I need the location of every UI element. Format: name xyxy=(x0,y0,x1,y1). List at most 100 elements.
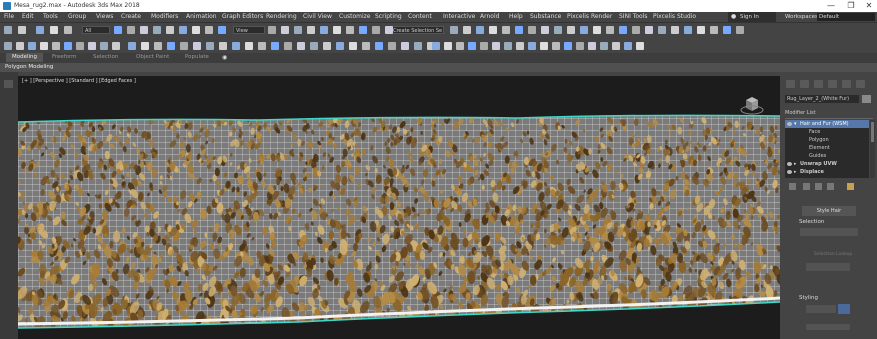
ribbon-tab[interactable]: Freeform xyxy=(52,54,77,60)
pin-stack-icon[interactable] xyxy=(789,183,796,190)
toolbar-button-icon[interactable] xyxy=(297,42,305,50)
ribbon-tab[interactable]: Selection xyxy=(93,54,118,60)
layout-icon[interactable] xyxy=(4,80,13,88)
toolbar-button-icon[interactable] xyxy=(218,26,226,34)
toolbar-button-icon[interactable] xyxy=(564,42,572,50)
toolbar-button-icon[interactable] xyxy=(128,42,136,50)
toolbar-button-icon[interactable] xyxy=(268,26,276,34)
style-hair-button[interactable]: Style Hair xyxy=(802,206,856,216)
toolbar-button-icon[interactable] xyxy=(294,26,302,34)
toolbar-button-icon[interactable] xyxy=(697,26,705,34)
toolbar-button-icon[interactable] xyxy=(516,42,524,50)
menu-item[interactable]: Help xyxy=(509,13,523,20)
sub-object-element[interactable]: Element xyxy=(785,144,869,152)
toolbar-button-icon[interactable] xyxy=(310,42,318,50)
toolbar-button-icon[interactable] xyxy=(432,42,440,50)
sub-object-face[interactable]: Face xyxy=(785,128,869,136)
toolbar-button-icon[interactable] xyxy=(528,26,536,34)
toolbar-button-icon[interactable] xyxy=(567,26,575,34)
viewport-label[interactable]: [+ ] [Perspective ] [Standard ] [Edged F… xyxy=(22,78,136,84)
toolbar-button-icon[interactable] xyxy=(114,26,122,34)
maximize-button[interactable]: ❐ xyxy=(845,1,857,11)
polygon-modeling-label[interactable]: Polygon Modeling xyxy=(5,64,53,70)
toolbar-button-icon[interactable] xyxy=(320,26,328,34)
toolbar-button-icon[interactable] xyxy=(362,42,370,50)
object-name-field[interactable]: Rug_Layer_2_(White Fur) xyxy=(785,95,859,103)
toolbar-button-icon[interactable] xyxy=(28,42,36,50)
toolbar-button-icon[interactable] xyxy=(541,26,549,34)
hierarchy-tab-icon[interactable] xyxy=(814,80,823,88)
eye-icon[interactable] xyxy=(787,122,792,126)
remove-modifier-icon[interactable] xyxy=(827,183,834,190)
toolbar-button-icon[interactable] xyxy=(258,42,266,50)
toolbar-button-icon[interactable] xyxy=(736,26,744,34)
motion-tab-icon[interactable] xyxy=(828,80,837,88)
menu-item[interactable]: Graph Editors xyxy=(222,13,263,20)
toolbar-button-icon[interactable] xyxy=(600,42,608,50)
toolbar-button-icon[interactable] xyxy=(281,26,289,34)
modifier-stack-scrollbar[interactable] xyxy=(870,120,875,178)
toolbar-button-icon[interactable] xyxy=(359,26,367,34)
workspace-dropdown[interactable]: Default xyxy=(817,13,875,21)
toolbar-button-icon[interactable] xyxy=(18,26,26,34)
toolbar-button-icon[interactable] xyxy=(388,42,396,50)
toolbar-button-icon[interactable] xyxy=(36,26,44,34)
toolbar-button-icon[interactable] xyxy=(645,26,653,34)
toolbar-button-icon[interactable] xyxy=(271,42,279,50)
toolbar-button-icon[interactable] xyxy=(205,26,213,34)
reference-coordinate-dropdown[interactable]: View xyxy=(233,26,265,34)
eye-icon[interactable] xyxy=(787,170,792,174)
menu-item[interactable]: Pixcelis Studio xyxy=(653,13,696,20)
toolbar-button-icon[interactable] xyxy=(414,42,422,50)
toolbar-button-icon[interactable] xyxy=(166,26,174,34)
toolbar-button-icon[interactable] xyxy=(307,26,315,34)
toolbar-button-icon[interactable] xyxy=(504,42,512,50)
toolbar-button-icon[interactable] xyxy=(463,26,471,34)
sign-in-button[interactable]: ● Sign In xyxy=(728,12,776,22)
menu-item[interactable]: Modifiers xyxy=(151,13,178,20)
toolbar-button-icon[interactable] xyxy=(333,26,341,34)
menu-item[interactable]: Tools xyxy=(43,13,58,20)
toolbar-button-icon[interactable] xyxy=(206,42,214,50)
toolbar-button-icon[interactable] xyxy=(480,42,488,50)
menu-item[interactable]: Scripting xyxy=(375,13,402,20)
menu-item[interactable]: Pixcelis Render xyxy=(567,13,612,20)
modifier-list-dropdown[interactable]: Modifier List xyxy=(785,110,816,116)
menu-item[interactable]: Substance xyxy=(530,13,561,20)
toolbar-button-icon[interactable] xyxy=(64,42,72,50)
toolbar-button-icon[interactable] xyxy=(552,42,560,50)
toolbar-button-icon[interactable] xyxy=(489,26,497,34)
toolbar-button-icon[interactable] xyxy=(40,42,48,50)
named-selection-dropdown[interactable]: Create Selection Se xyxy=(390,26,444,34)
modifier-displace[interactable]: ▸ Displace xyxy=(785,168,869,176)
ribbon-tab[interactable]: Modeling xyxy=(6,53,44,62)
ribbon-tab[interactable]: Populate xyxy=(185,54,209,60)
toolbar-button-icon[interactable] xyxy=(179,26,187,34)
toolbar-button-icon[interactable] xyxy=(76,42,84,50)
toolbar-button-icon[interactable] xyxy=(636,42,644,50)
toolbar-button-icon[interactable] xyxy=(154,42,162,50)
menu-item[interactable]: Views xyxy=(96,13,113,20)
create-tab-icon[interactable] xyxy=(786,80,795,88)
display-tab-icon[interactable] xyxy=(842,80,851,88)
styling-option[interactable] xyxy=(806,324,850,330)
toolbar-button-icon[interactable] xyxy=(64,26,72,34)
toolbar-button-icon[interactable] xyxy=(385,26,393,34)
selection-filter-dropdown[interactable]: All xyxy=(82,26,110,34)
toolbar-button-icon[interactable] xyxy=(336,42,344,50)
toolbar-button-icon[interactable] xyxy=(476,26,484,34)
toolbar-button-icon[interactable] xyxy=(588,42,596,50)
menu-item[interactable]: Content xyxy=(408,13,432,20)
ribbon-options-icon[interactable]: ◉ xyxy=(222,54,227,61)
toolbar-button-icon[interactable] xyxy=(4,42,12,50)
toolbar-button-icon[interactable] xyxy=(401,42,409,50)
menu-item[interactable]: Civil View xyxy=(303,13,332,20)
toolbar-button-icon[interactable] xyxy=(16,42,24,50)
toolbar-button-icon[interactable] xyxy=(658,26,666,34)
toolbar-button-icon[interactable] xyxy=(140,26,148,34)
menu-item[interactable]: Animation xyxy=(186,13,217,20)
configure-modifier-sets-icon[interactable] xyxy=(847,183,854,190)
toolbar-button-icon[interactable] xyxy=(88,42,96,50)
toolbar-button-icon[interactable] xyxy=(52,42,60,50)
eye-icon[interactable] xyxy=(787,162,792,166)
